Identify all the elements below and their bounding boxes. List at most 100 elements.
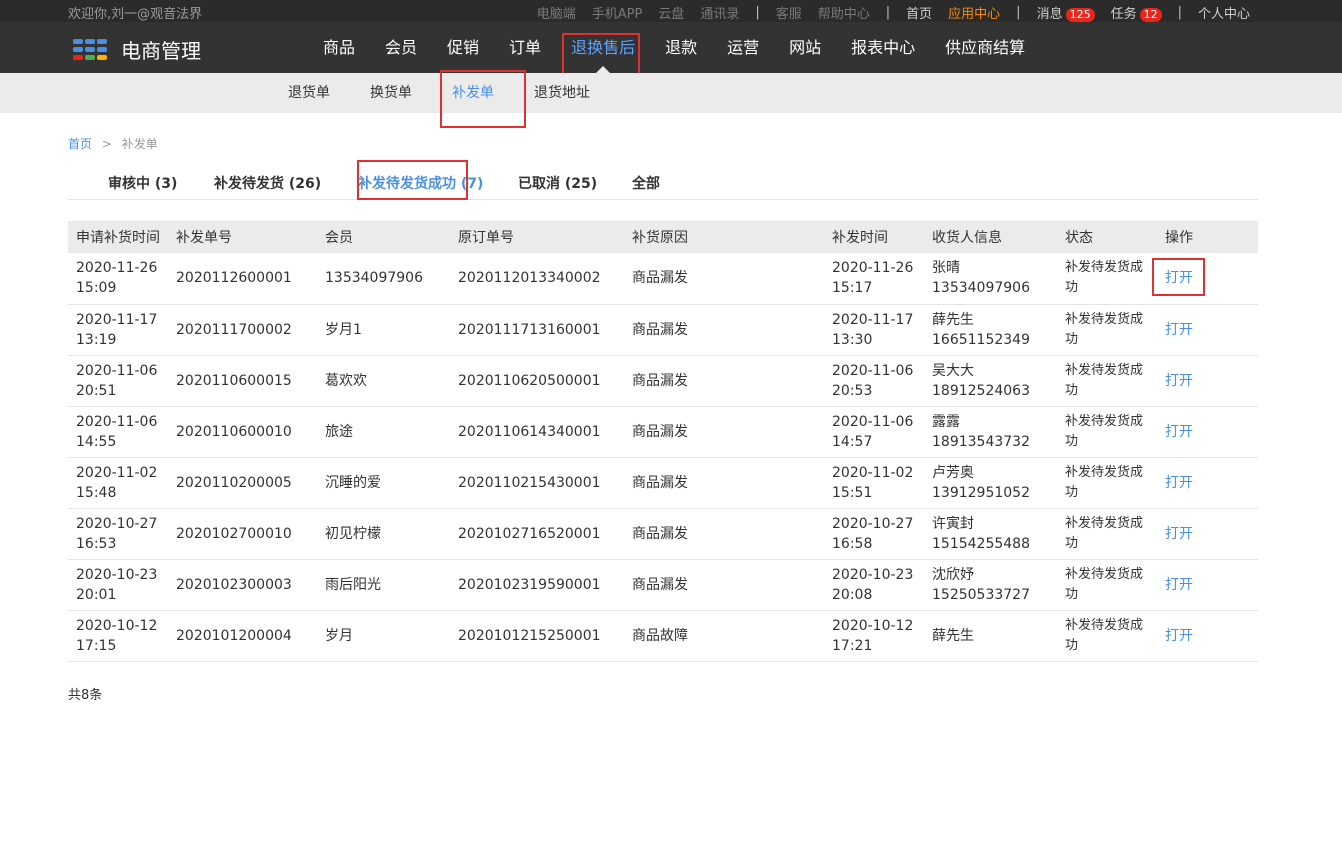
open-link[interactable]: 打开 [1165, 526, 1193, 542]
col-header-order-no[interactable]: 原订单号 [450, 221, 624, 253]
link-customer-service[interactable]: 客服 [776, 3, 802, 22]
logo-dot [73, 39, 83, 44]
tab-shipped-success[interactable]: 补发待发货成功 (7) [358, 173, 483, 193]
table-row[interactable]: 2020-11-06 14:55 2020110600010 旅途 2020110614… [68, 406, 1258, 458]
col-header-reason[interactable]: 补货原因 [624, 221, 824, 253]
nav-item-operations[interactable]: 运营 [712, 22, 774, 73]
breadcrumb-home-link[interactable]: 首页 [68, 137, 92, 151]
col-header-receiver[interactable]: 收货人信息 [924, 221, 1057, 253]
table-row[interactable]: 2020-10-12 17:15 2020101200004 岁月 2020101215… [68, 610, 1258, 662]
table-row[interactable]: 2020-11-26 15:09 2020112600001 13534097906 2… [68, 253, 1258, 305]
open-link[interactable]: 打开 [1165, 475, 1193, 491]
link-help-center[interactable]: 帮助中心 [818, 3, 870, 22]
tab-all[interactable]: 全部 [632, 173, 660, 193]
cell-reship-no: 2020112600001 [168, 253, 317, 305]
status-line-2: 功 [1065, 637, 1079, 653]
nav-item-website[interactable]: 网站 [774, 22, 836, 73]
receiver-name: 张晴 [932, 260, 960, 277]
link-personal-center[interactable]: 个人中心 [1198, 3, 1250, 22]
link-messages[interactable]: 消息 125 [1037, 3, 1095, 22]
link-cloud-disk[interactable]: 云盘 [658, 3, 684, 22]
link-contacts[interactable]: 通讯录 [700, 3, 739, 22]
open-link[interactable]: 打开 [1165, 322, 1193, 338]
status-line-1: 补发待发货成 [1065, 515, 1144, 531]
open-link[interactable]: 打开 [1165, 373, 1193, 389]
table-row[interactable]: 2020-11-02 15:48 2020110200005 沉睡的爱 20201102… [68, 457, 1258, 509]
table-row[interactable]: 2020-10-23 20:01 2020102300003 雨后阳光 20201023… [68, 559, 1258, 611]
apply-time: 16:53 [76, 535, 117, 552]
app-logo[interactable]: 电商管理 [73, 35, 201, 64]
nav-item-after-sales[interactable]: 退换售后 [556, 22, 650, 73]
cell-member: 岁月1 [317, 304, 450, 356]
cell-reship-no: 2020101200004 [168, 610, 317, 662]
table-row[interactable]: 2020-11-17 13:19 2020111700002 岁月1 202011171… [68, 304, 1258, 356]
cell-actions: 打开 [1157, 610, 1258, 662]
link-mobile-app[interactable]: 手机APP [592, 3, 643, 22]
col-header-apply-time[interactable]: 申请补货时间 [68, 221, 168, 253]
table-row[interactable]: 2020-11-06 20:51 2020110600015 葛欢欢 202011062… [68, 355, 1258, 407]
col-header-reship-no[interactable]: 补发单号 [168, 221, 317, 253]
cell-status: 补发待发货成功 [1057, 253, 1157, 305]
receiver-phone: 16651152349 [932, 331, 1030, 348]
subnav-item-return-address[interactable]: 退货地址 [514, 73, 610, 113]
ship-date: 2020-10-27 [832, 515, 914, 532]
cell-reason: 商品漏发 [624, 253, 824, 305]
messages-label: 消息 [1036, 7, 1063, 22]
cell-reason: 商品漏发 [624, 457, 824, 509]
tab-pending-shipment[interactable]: 补发待发货 (26) [214, 173, 321, 193]
cell-order-no: 2020102716520001 [450, 508, 624, 560]
tab-under-review[interactable]: 审核中 (3) [108, 173, 177, 193]
apply-date: 2020-11-06 [76, 362, 158, 379]
nav-item-members[interactable]: 会员 [370, 22, 432, 73]
apply-date: 2020-11-26 [76, 260, 158, 277]
table-row[interactable]: 2020-10-27 16:53 2020102700010 初见柠檬 20201027… [68, 508, 1258, 560]
cell-actions: 打开 [1157, 457, 1258, 509]
ship-time: 15:17 [832, 280, 873, 297]
receiver-phone: 18913543732 [932, 433, 1030, 450]
link-home[interactable]: 首页 [906, 3, 932, 22]
status-tabs: 审核中 (3) 补发待发货 (26) 补发待发货成功 (7) 已取消 (25) … [68, 160, 1258, 200]
nav-item-reports[interactable]: 报表中心 [836, 22, 930, 73]
tab-cancelled[interactable]: 已取消 (25) [518, 173, 597, 193]
link-app-center[interactable]: 应用中心 [948, 3, 1000, 22]
nav-item-supplier-settlement[interactable]: 供应商结算 [930, 22, 1040, 73]
col-header-member[interactable]: 会员 [317, 221, 450, 253]
open-link[interactable]: 打开 [1165, 270, 1193, 286]
subnav-item-reship-orders[interactable]: 补发单 [432, 73, 514, 113]
apply-time: 15:48 [76, 484, 117, 501]
cell-ship-time: 2020-11-26 15:17 [824, 253, 924, 305]
open-link[interactable]: 打开 [1165, 577, 1193, 593]
apply-time: 20:01 [76, 586, 117, 603]
cell-reship-no: 2020111700002 [168, 304, 317, 356]
cell-member: 岁月 [317, 610, 450, 662]
separator: | [755, 5, 760, 20]
cell-receiver: 薛先生 16651152349 [924, 304, 1057, 356]
tasks-count-badge: 12 [1139, 8, 1162, 22]
col-header-status[interactable]: 状态 [1057, 221, 1157, 253]
cell-status: 补发待发货成功 [1057, 355, 1157, 407]
nav-item-orders[interactable]: 订单 [494, 22, 556, 73]
nav-item-products[interactable]: 商品 [308, 22, 370, 73]
receiver-name: 沈欣妤 [932, 566, 974, 583]
link-tasks[interactable]: 任务 12 [1111, 3, 1162, 22]
status-line-2: 功 [1065, 586, 1079, 602]
subnav-item-exchange-orders[interactable]: 换货单 [350, 73, 432, 113]
sub-navbar: 退货单 换货单 补发单 退货地址 [0, 73, 1342, 113]
welcome-text: 欢迎你,刘一@观音法界 [68, 7, 203, 22]
cell-member: 沉睡的爱 [317, 457, 450, 509]
receiver-phone: 13534097906 [932, 280, 1030, 297]
nav-item-promotions[interactable]: 促销 [432, 22, 494, 73]
cell-receiver: 许寅封 15154255488 [924, 508, 1057, 560]
open-link[interactable]: 打开 [1165, 424, 1193, 440]
subnav-item-return-orders[interactable]: 退货单 [268, 73, 350, 113]
link-desktop[interactable]: 电脑端 [537, 3, 576, 22]
apply-time: 14:55 [76, 433, 117, 450]
ship-date: 2020-10-23 [832, 566, 914, 583]
breadcrumb: 首页 > 补发单 [68, 135, 158, 152]
ship-time: 15:51 [832, 484, 873, 501]
receiver-phone: 13912951052 [932, 484, 1030, 501]
nav-item-refunds[interactable]: 退款 [650, 22, 712, 73]
col-header-actions: 操作 [1157, 221, 1258, 253]
col-header-ship-time[interactable]: 补发时间 [824, 221, 924, 253]
open-link[interactable]: 打开 [1165, 628, 1193, 644]
